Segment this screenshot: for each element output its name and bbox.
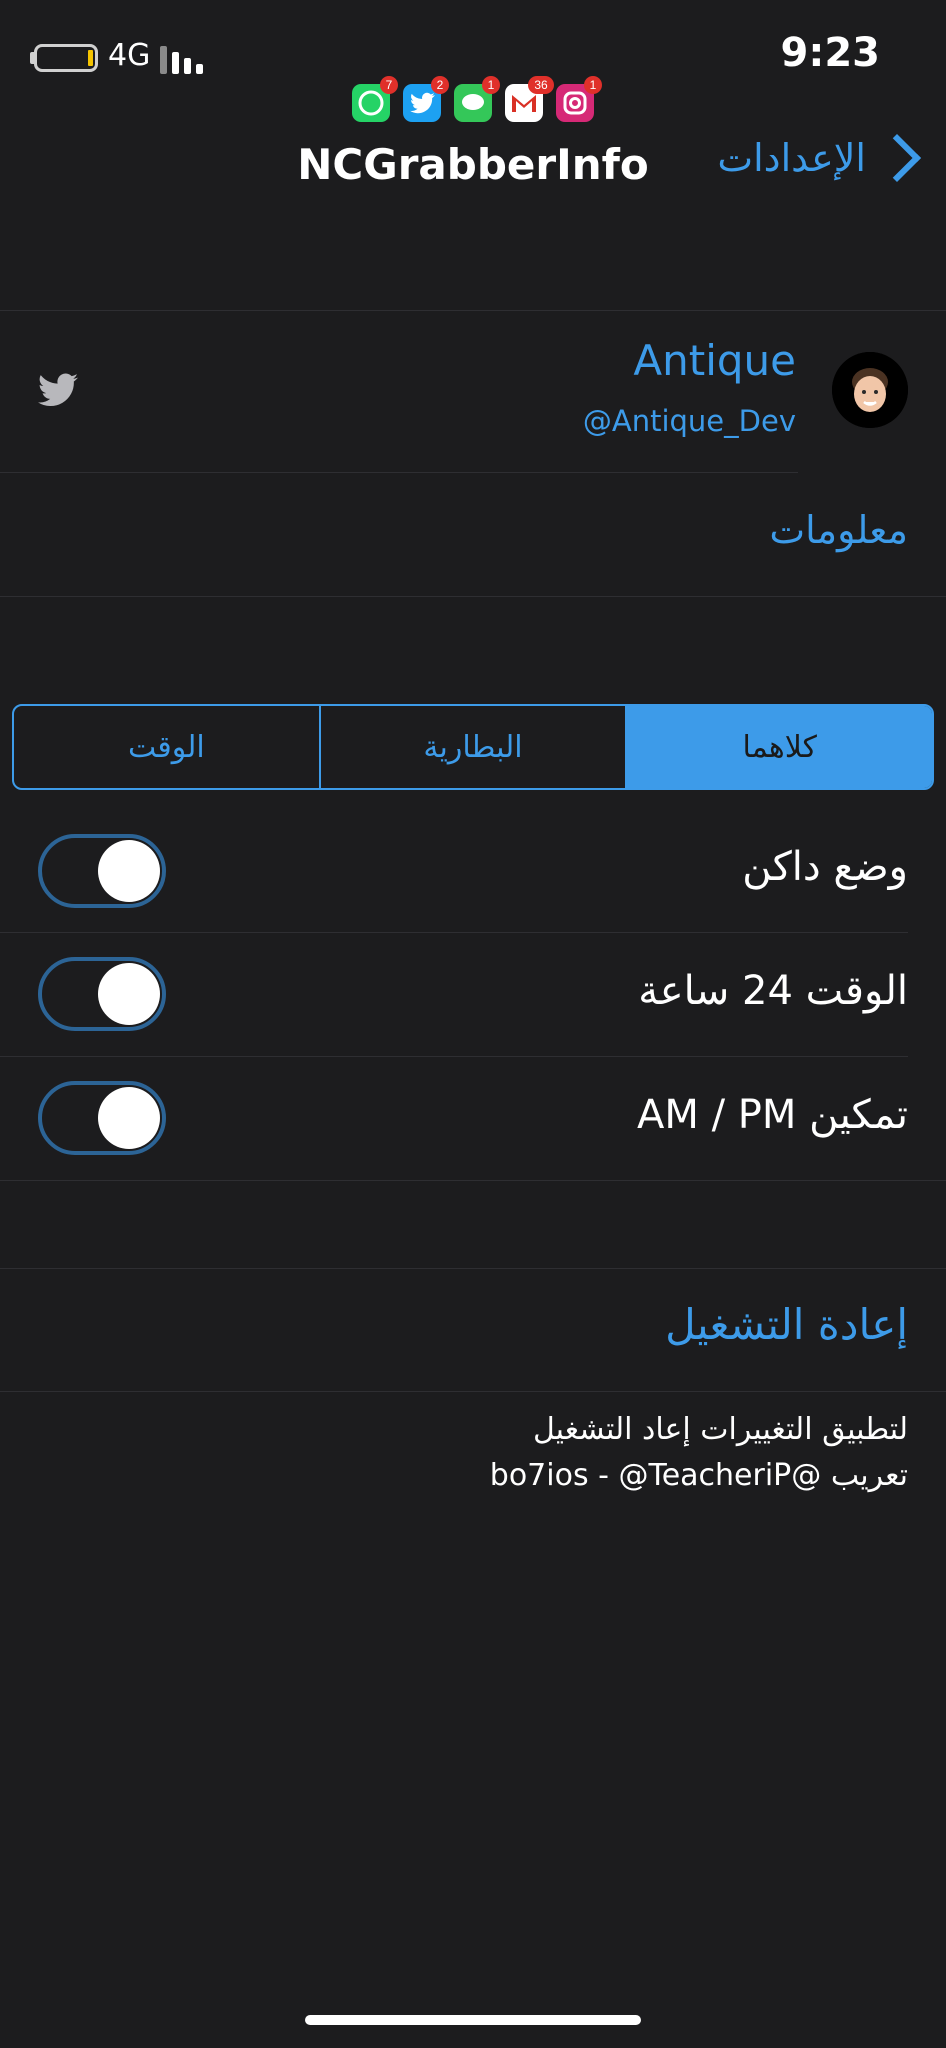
twitter-badge: 2 bbox=[431, 76, 449, 94]
avatar bbox=[832, 352, 908, 428]
segment-both[interactable]: كلاهما bbox=[627, 706, 932, 788]
status-time: 9:23 bbox=[780, 30, 881, 76]
home-indicator[interactable] bbox=[305, 2015, 641, 2025]
footer-credits: تعريب @bo7ios - @TeacheriP bbox=[489, 1458, 908, 1493]
ampm-label: تمكين AM / PM bbox=[636, 1092, 908, 1138]
footer-note: لتطبيق التغييرات إعاد التشغيل bbox=[532, 1412, 908, 1447]
chevron-right-icon bbox=[872, 133, 922, 183]
instagram-badge: 1 bbox=[584, 76, 602, 94]
network-type: 4G bbox=[108, 38, 151, 73]
ampm-toggle[interactable] bbox=[38, 1081, 166, 1155]
toggle-knob bbox=[98, 840, 160, 902]
back-label: الإعدادات bbox=[717, 136, 866, 180]
divider bbox=[0, 932, 908, 933]
24-hour-toggle[interactable] bbox=[38, 957, 166, 1031]
developer-handle[interactable]: @Antique_Dev bbox=[583, 404, 796, 438]
divider bbox=[0, 310, 946, 311]
dark-mode-label: وضع داكن bbox=[742, 844, 908, 890]
mode-segmented-control[interactable]: الوقت البطارية كلاهما bbox=[12, 704, 934, 790]
signal-icon bbox=[160, 44, 210, 74]
info-button[interactable]: معلومات bbox=[769, 508, 908, 552]
divider bbox=[0, 1268, 946, 1269]
battery-level bbox=[88, 50, 93, 66]
24-hour-label: الوقت 24 ساعة bbox=[638, 968, 908, 1014]
back-button[interactable]: الإعدادات bbox=[717, 133, 924, 183]
twitter-icon[interactable] bbox=[36, 372, 80, 412]
divider bbox=[0, 1391, 946, 1392]
divider bbox=[0, 1056, 908, 1057]
respring-button[interactable]: إعادة التشغيل bbox=[665, 1300, 908, 1349]
toggle-knob bbox=[98, 963, 160, 1025]
segment-battery[interactable]: البطارية bbox=[321, 706, 628, 788]
divider bbox=[0, 1180, 946, 1181]
gmail-badge: 36 bbox=[528, 76, 554, 94]
divider bbox=[0, 472, 798, 473]
toggle-knob bbox=[98, 1087, 160, 1149]
segment-time[interactable]: الوقت bbox=[14, 706, 321, 788]
messages-badge: 1 bbox=[482, 76, 500, 94]
dark-mode-toggle[interactable] bbox=[38, 834, 166, 908]
developer-name[interactable]: Antique bbox=[633, 336, 796, 385]
divider bbox=[0, 596, 946, 597]
whatsapp-badge: 7 bbox=[380, 76, 398, 94]
